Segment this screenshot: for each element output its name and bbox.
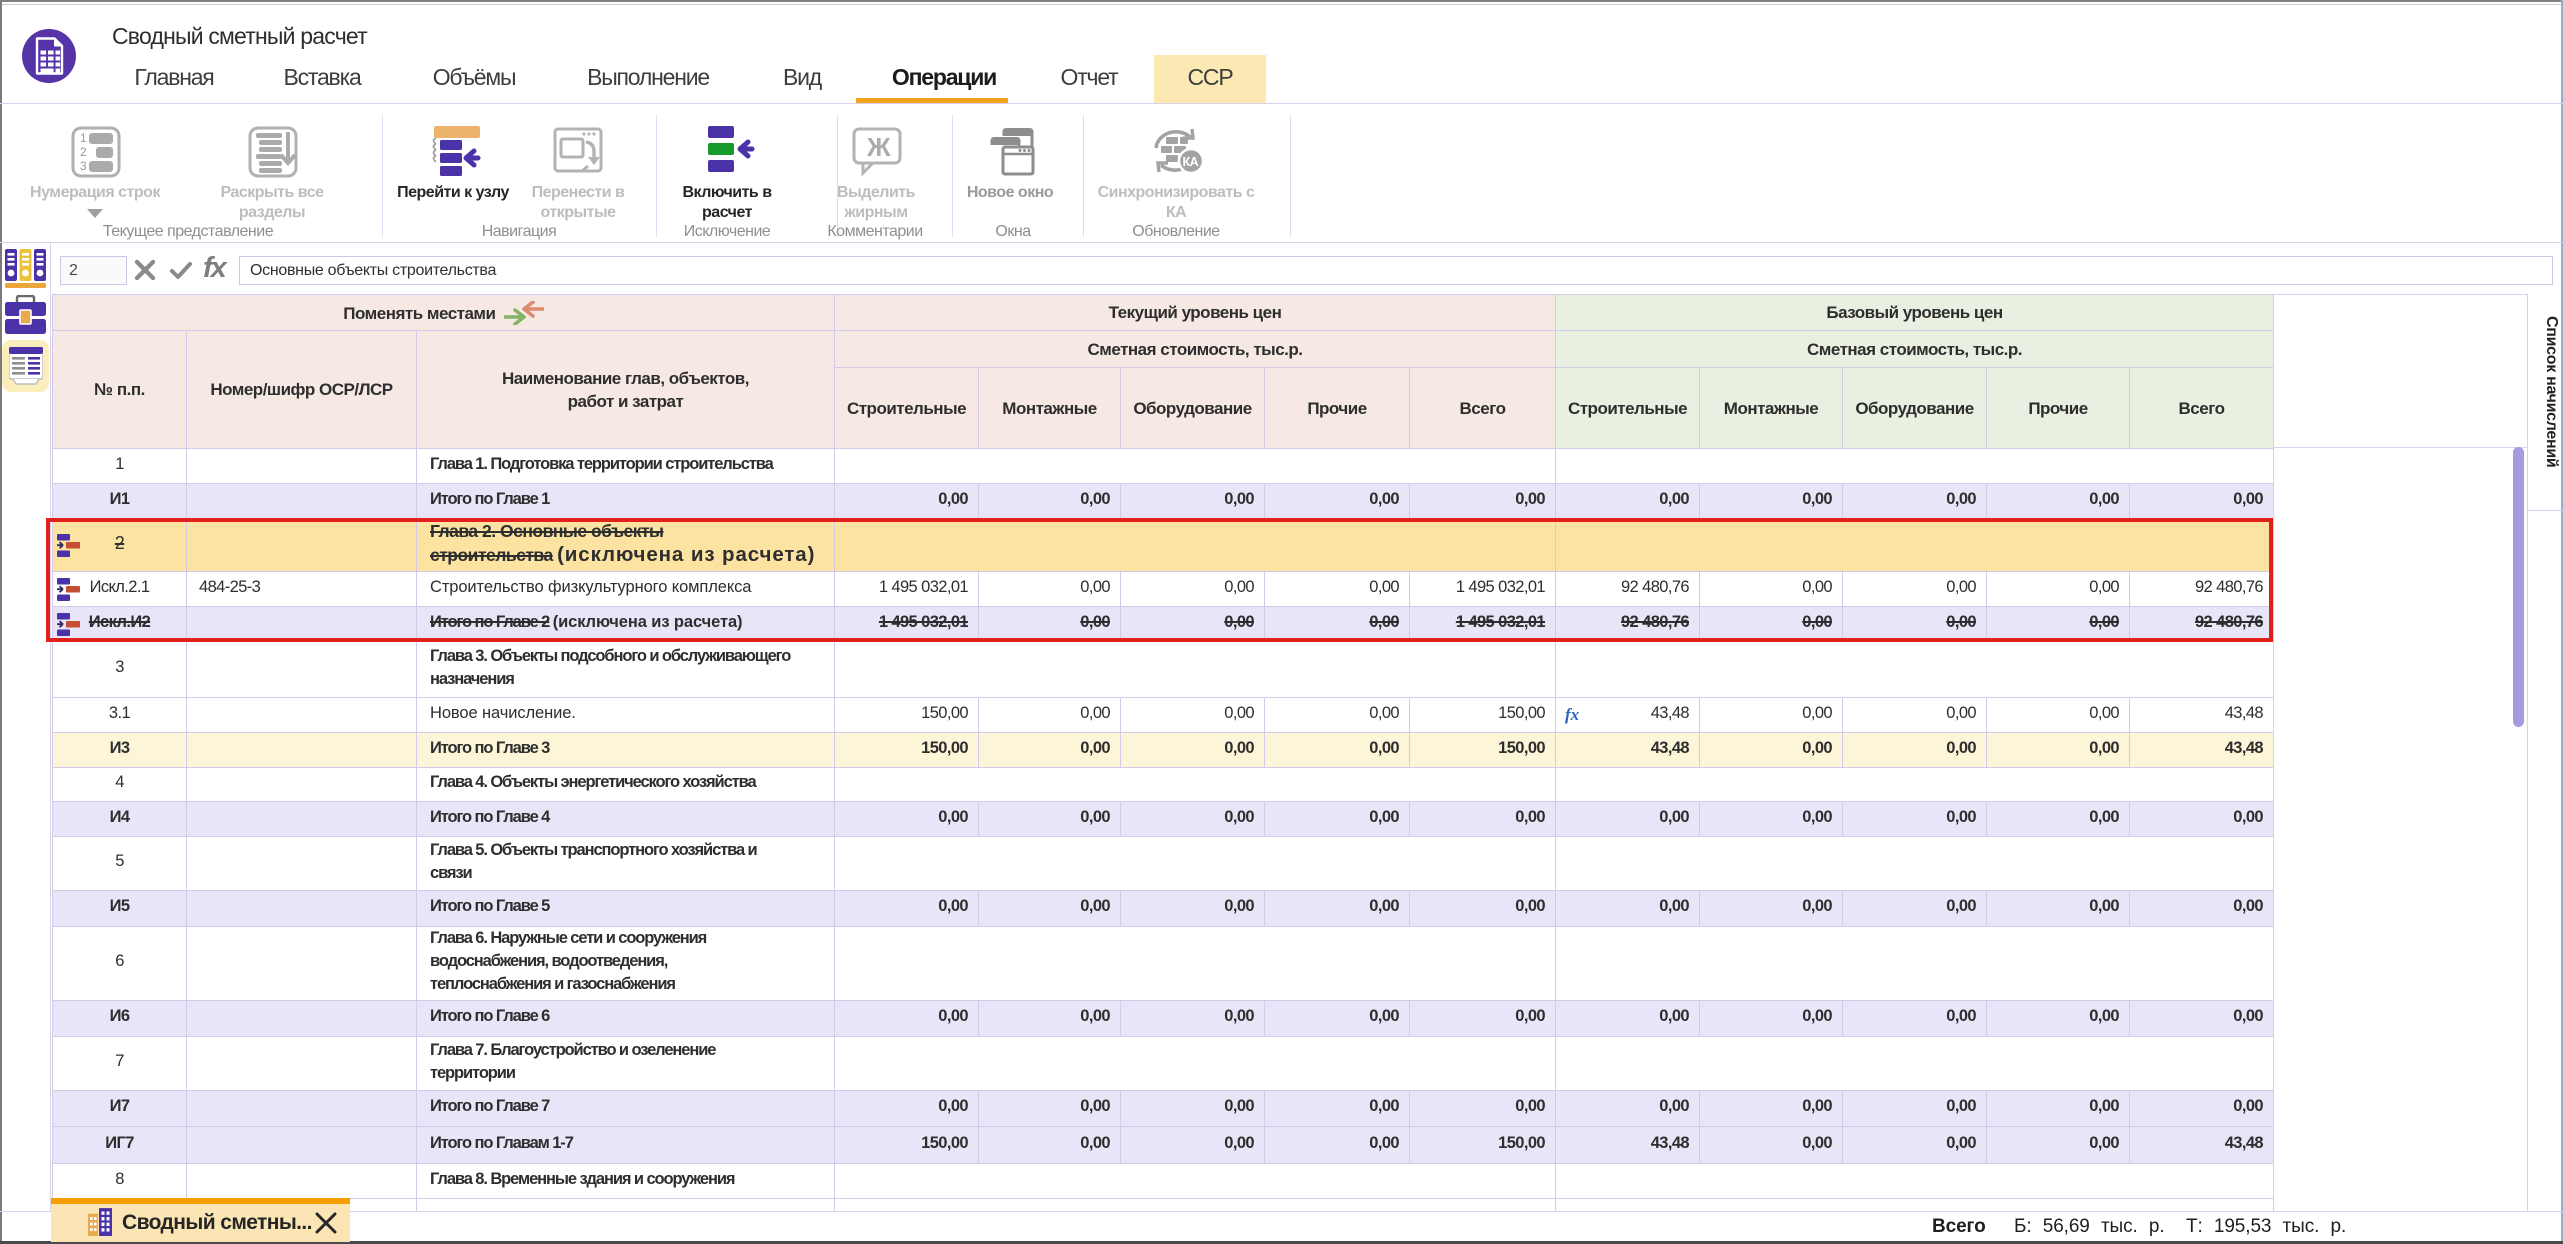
svg-text:3: 3 [80,159,87,173]
svg-text:КА: КА [1183,155,1199,169]
svg-text:2: 2 [80,145,87,159]
svg-text:1: 1 [80,131,87,145]
svg-text:Ж: Ж [866,132,891,162]
